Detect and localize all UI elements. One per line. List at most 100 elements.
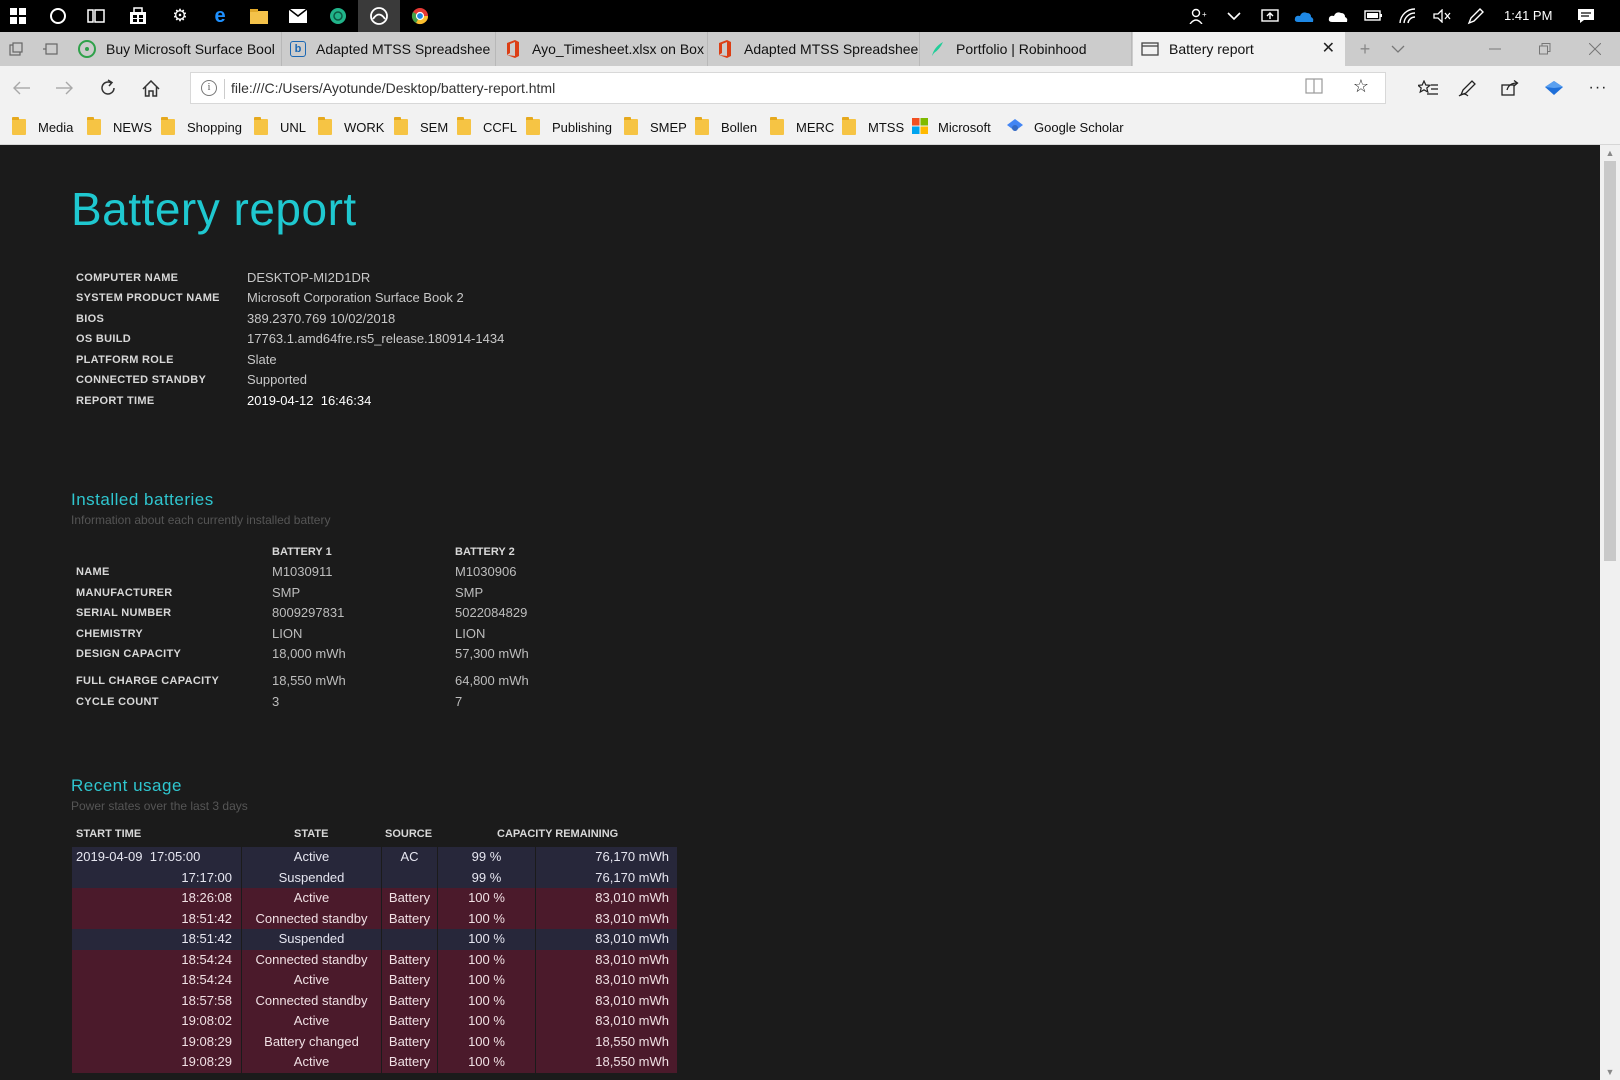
battery-2-value: 57,300 mWh	[455, 646, 529, 661]
app-globe-icon[interactable]	[320, 0, 356, 32]
battery-1-value: SMP	[272, 585, 301, 600]
share-icon[interactable]	[1490, 66, 1530, 110]
usage-start-time: 2019-04-09 17:05:00	[72, 847, 242, 868]
tab-strip: Buy Microsoft Surface Bool b Adapted MTS…	[0, 32, 1620, 66]
favorite-label: Microsoft	[938, 119, 991, 135]
cortana-search-icon[interactable]	[40, 0, 76, 32]
windows-taskbar: ⚙ e + 1:41 PM	[0, 0, 1620, 32]
info-label: REPORT TIME	[76, 395, 155, 407]
volume-muted-icon[interactable]	[1424, 0, 1460, 32]
scrollbar-thumb[interactable]	[1604, 161, 1616, 561]
add-favorite-star-icon[interactable]: ☆	[1353, 76, 1369, 97]
robinhood-feather-icon	[928, 40, 946, 58]
info-value: Microsoft Corporation Surface Book 2	[247, 290, 464, 305]
close-window-icon[interactable]	[1572, 32, 1618, 66]
battery-field-label: FULL CHARGE CAPACITY	[76, 675, 220, 687]
favorite-label: MERC	[796, 119, 835, 135]
usage-start-time: 18:54:24	[72, 949, 242, 970]
usage-state: Connected standby	[242, 990, 382, 1011]
usage-row: 18:26:08 Active Battery 100 % 83,010 mWh	[72, 888, 677, 909]
tab-mtss-box[interactable]: b Adapted MTSS Spreadshee	[282, 32, 496, 66]
onedrive-business-icon[interactable]	[1286, 0, 1322, 32]
people-icon[interactable]: +	[1180, 0, 1216, 32]
favorite-sem[interactable]: SEM	[394, 110, 448, 144]
pen-workspace-icon[interactable]	[1458, 0, 1494, 32]
usage-percent: 99 %	[438, 867, 536, 888]
web-note-pen-icon[interactable]	[1448, 66, 1488, 110]
favorite-merc[interactable]: MERC	[770, 110, 834, 144]
edge-icon[interactable]: e	[202, 0, 238, 32]
battery-icon[interactable]	[1355, 0, 1391, 32]
tab-preview-chevron-icon[interactable]	[1386, 32, 1410, 66]
scroll-up-icon[interactable]: ▲	[1600, 145, 1620, 161]
back-arrow-icon[interactable]	[2, 66, 42, 110]
tab-robinhood[interactable]: Portfolio | Robinhood	[920, 32, 1132, 66]
battery-field-label: CYCLE COUNT	[76, 696, 159, 708]
favorites-hub-icon[interactable]	[1408, 66, 1448, 110]
wifi-icon[interactable]	[1390, 0, 1426, 32]
display-icon[interactable]	[1252, 0, 1288, 32]
usage-state: Active	[242, 847, 382, 868]
tab-surface-store[interactable]: Buy Microsoft Surface Bool	[70, 32, 282, 66]
folder-icon	[254, 117, 268, 135]
favorite-label: NEWS	[113, 119, 152, 135]
favorite-publishing[interactable]: Publishing	[526, 110, 612, 144]
extension-icon[interactable]	[1534, 66, 1574, 110]
scroll-down-icon[interactable]: ▼	[1600, 1064, 1620, 1080]
tab-battery-report[interactable]: Battery report ✕	[1133, 32, 1345, 66]
tabs-restore-icon[interactable]	[38, 32, 62, 66]
reading-view-icon[interactable]	[1305, 78, 1323, 99]
settings-gear-icon[interactable]: ⚙	[162, 0, 198, 32]
mail-icon[interactable]	[280, 0, 316, 32]
favorite-mtss[interactable]: MTSS	[842, 110, 904, 144]
battery-2-value: M1030906	[455, 564, 517, 579]
info-label: BIOS	[76, 313, 105, 325]
folder-icon	[526, 117, 540, 135]
favorite-shopping[interactable]: Shopping	[161, 110, 242, 144]
usage-state: Connected standby	[242, 908, 382, 929]
onedrive-personal-icon[interactable]	[1320, 0, 1356, 32]
taskbar-clock[interactable]: 1:41 PM	[1504, 0, 1552, 32]
app-browser-active-icon[interactable]	[358, 0, 400, 32]
tab-timesheet[interactable]: Ayo_Timesheet.xlsx on Box	[496, 32, 708, 66]
chevron-up-icon[interactable]	[1216, 0, 1252, 32]
address-bar[interactable]: i file:///C:/Users/Ayotunde/Desktop/batt…	[190, 72, 1386, 104]
favorite-microsoft[interactable]: Microsoft	[912, 110, 991, 144]
favorite-media[interactable]: Media	[12, 110, 73, 144]
url-text[interactable]: file:///C:/Users/Ayotunde/Desktop/batter…	[231, 73, 555, 103]
page-scrollbar[interactable]: ▲ ▼	[1600, 145, 1620, 1080]
windows-start-icon[interactable]	[0, 0, 36, 32]
tabs-set-aside-icon[interactable]	[4, 32, 28, 66]
usage-state: Suspended	[242, 867, 382, 888]
battery-field-label: NAME	[76, 566, 110, 578]
favorite-label: Shopping	[187, 119, 242, 135]
tab-mtss-office[interactable]: Adapted MTSS Spreadshee	[708, 32, 920, 66]
action-center-icon[interactable]	[1568, 0, 1604, 32]
chrome-icon[interactable]	[402, 0, 438, 32]
favorite-work[interactable]: WORK	[318, 110, 384, 144]
favorite-google-scholar[interactable]: Google Scholar	[1006, 110, 1124, 144]
close-tab-icon[interactable]: ✕	[1322, 32, 1335, 66]
favorite-unl[interactable]: UNL	[254, 110, 306, 144]
home-icon[interactable]	[131, 66, 171, 110]
restore-window-icon[interactable]	[1522, 32, 1568, 66]
recent-usage-heading: Recent usage	[71, 776, 182, 795]
site-info-icon[interactable]: i	[201, 80, 217, 96]
refresh-icon[interactable]	[88, 66, 128, 110]
favorite-ccfl[interactable]: CCFL	[457, 110, 517, 144]
google-scholar-icon	[1006, 118, 1024, 137]
favorite-bollen[interactable]: Bollen	[695, 110, 757, 144]
recent-usage-subheading: Power states over the last 3 days	[71, 799, 248, 813]
new-tab-icon[interactable]: +	[1353, 32, 1377, 66]
minimize-icon[interactable]	[1472, 32, 1518, 66]
info-value: 17763.1.amd64fre.rs5_release.180914-1434	[247, 331, 505, 346]
forward-arrow-icon[interactable]	[44, 66, 84, 110]
installed-batteries-subheading: Information about each currently install…	[71, 513, 331, 527]
more-options-icon[interactable]: ···	[1578, 66, 1618, 110]
battery-1-value: 18,550 mWh	[272, 673, 346, 688]
favorite-smep[interactable]: SMEP	[624, 110, 687, 144]
favorite-news[interactable]: NEWS	[87, 110, 152, 144]
store-icon[interactable]	[120, 0, 156, 32]
task-view-icon[interactable]	[78, 0, 114, 32]
file-explorer-icon[interactable]	[241, 0, 277, 32]
